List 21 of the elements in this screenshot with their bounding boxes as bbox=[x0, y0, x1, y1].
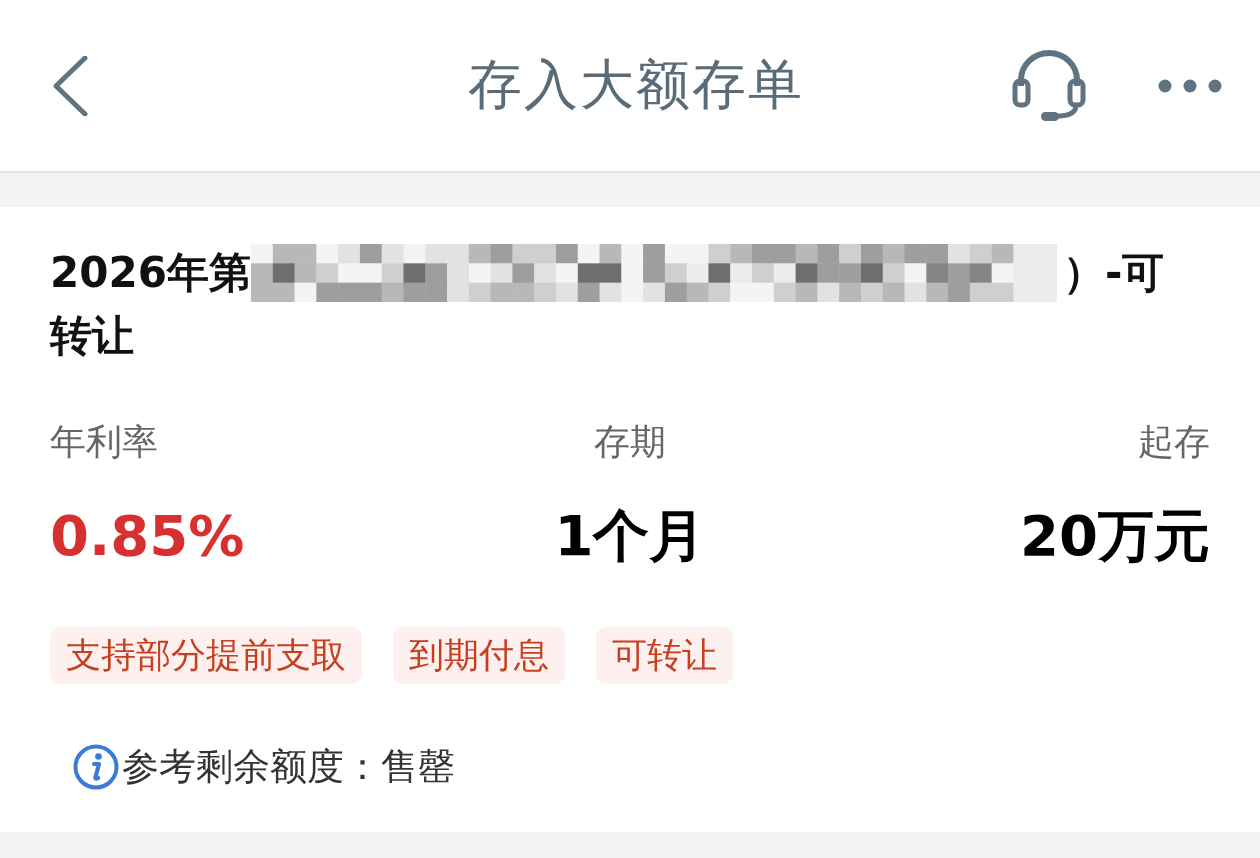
remaining-quota-text: 参考剩余额度：售罄 bbox=[122, 744, 455, 790]
feature-tag: 可转让 bbox=[596, 627, 733, 684]
chevron-left-icon bbox=[51, 55, 89, 116]
stat-label: 存期 bbox=[594, 420, 666, 464]
feature-tag: 到期付息 bbox=[393, 627, 565, 684]
back-button[interactable] bbox=[50, 54, 90, 117]
feature-tag: 支持部分提前支取 bbox=[50, 627, 362, 684]
headset-icon bbox=[1012, 49, 1086, 122]
more-button[interactable] bbox=[1158, 78, 1222, 93]
product-title-text: 转让 bbox=[50, 310, 134, 362]
page-title: 存入大额存单 bbox=[468, 53, 804, 118]
stat-value: 1个月 bbox=[554, 502, 706, 570]
product-title-text: ）-可 bbox=[1062, 247, 1165, 299]
product-title-text: 2026年第 bbox=[50, 247, 251, 299]
stat-label: 年利率 bbox=[50, 420, 158, 464]
stat-label: 起存 bbox=[1138, 420, 1210, 464]
stat-value: 0.85% bbox=[50, 502, 245, 570]
customer-service-button[interactable] bbox=[1012, 49, 1086, 122]
stat-value: 20万元 bbox=[1020, 502, 1210, 570]
more-dots-icon bbox=[1158, 78, 1222, 93]
info-icon bbox=[73, 744, 119, 790]
